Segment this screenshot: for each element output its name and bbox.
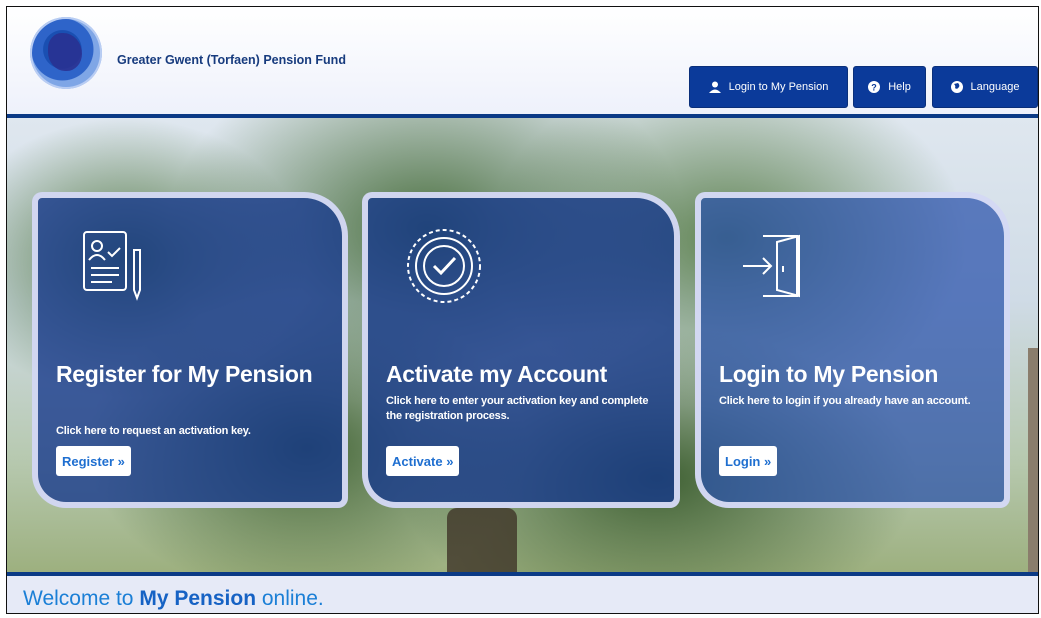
welcome-highlight: My Pension <box>139 587 257 610</box>
fund-logo-icon[interactable] <box>30 17 102 89</box>
register-button[interactable]: Register » <box>56 446 131 476</box>
activate-card[interactable]: Activate my Account Click here to enter … <box>362 192 680 508</box>
language-label: Language <box>970 81 1020 93</box>
globe-icon <box>950 81 963 93</box>
activation-check-icon <box>407 229 481 303</box>
activate-button[interactable]: Activate » <box>386 446 460 476</box>
welcome-prefix: Welcome to <box>23 587 140 610</box>
castle-tower <box>1028 348 1038 572</box>
login-description: Click here to login if you already have … <box>719 395 971 407</box>
activate-description: Click here to enter your activation key … <box>386 395 649 422</box>
language-button[interactable]: Language <box>932 66 1038 108</box>
help-icon: ? <box>868 81 881 93</box>
register-description: Click here to request an activation key. <box>56 425 251 437</box>
help-label: Help <box>888 81 911 93</box>
login-nav-button[interactable]: Login to My Pension <box>689 66 848 108</box>
footer-divider <box>7 572 1038 576</box>
tree-trunk <box>447 508 517 572</box>
login-button[interactable]: Login » <box>719 446 778 476</box>
login-door-icon <box>743 234 800 298</box>
site-header: Greater Gwent (Torfaen) Pension Fund Log… <box>7 7 1038 116</box>
help-button[interactable]: ? Help <box>853 66 926 108</box>
fund-name: Greater Gwent (Torfaen) Pension Fund <box>117 53 346 67</box>
register-card[interactable]: Register for My Pension Click here to re… <box>32 192 348 508</box>
login-card[interactable]: Login to My Pension Click here to login … <box>695 192 1010 508</box>
page-frame: Greater Gwent (Torfaen) Pension Fund Log… <box>6 6 1039 614</box>
hero-banner: Register for My Pension Click here to re… <box>7 118 1038 572</box>
welcome-heading: Welcome to My Pension online. <box>23 587 324 611</box>
welcome-suffix: online. <box>256 587 324 610</box>
registration-document-icon <box>83 231 141 301</box>
activate-title: Activate my Account <box>386 361 607 387</box>
register-title: Register for My Pension <box>56 361 313 387</box>
login-title: Login to My Pension <box>719 361 939 387</box>
login-nav-label: Login to My Pension <box>728 81 829 93</box>
user-icon <box>708 81 721 93</box>
svg-text:?: ? <box>871 83 877 93</box>
